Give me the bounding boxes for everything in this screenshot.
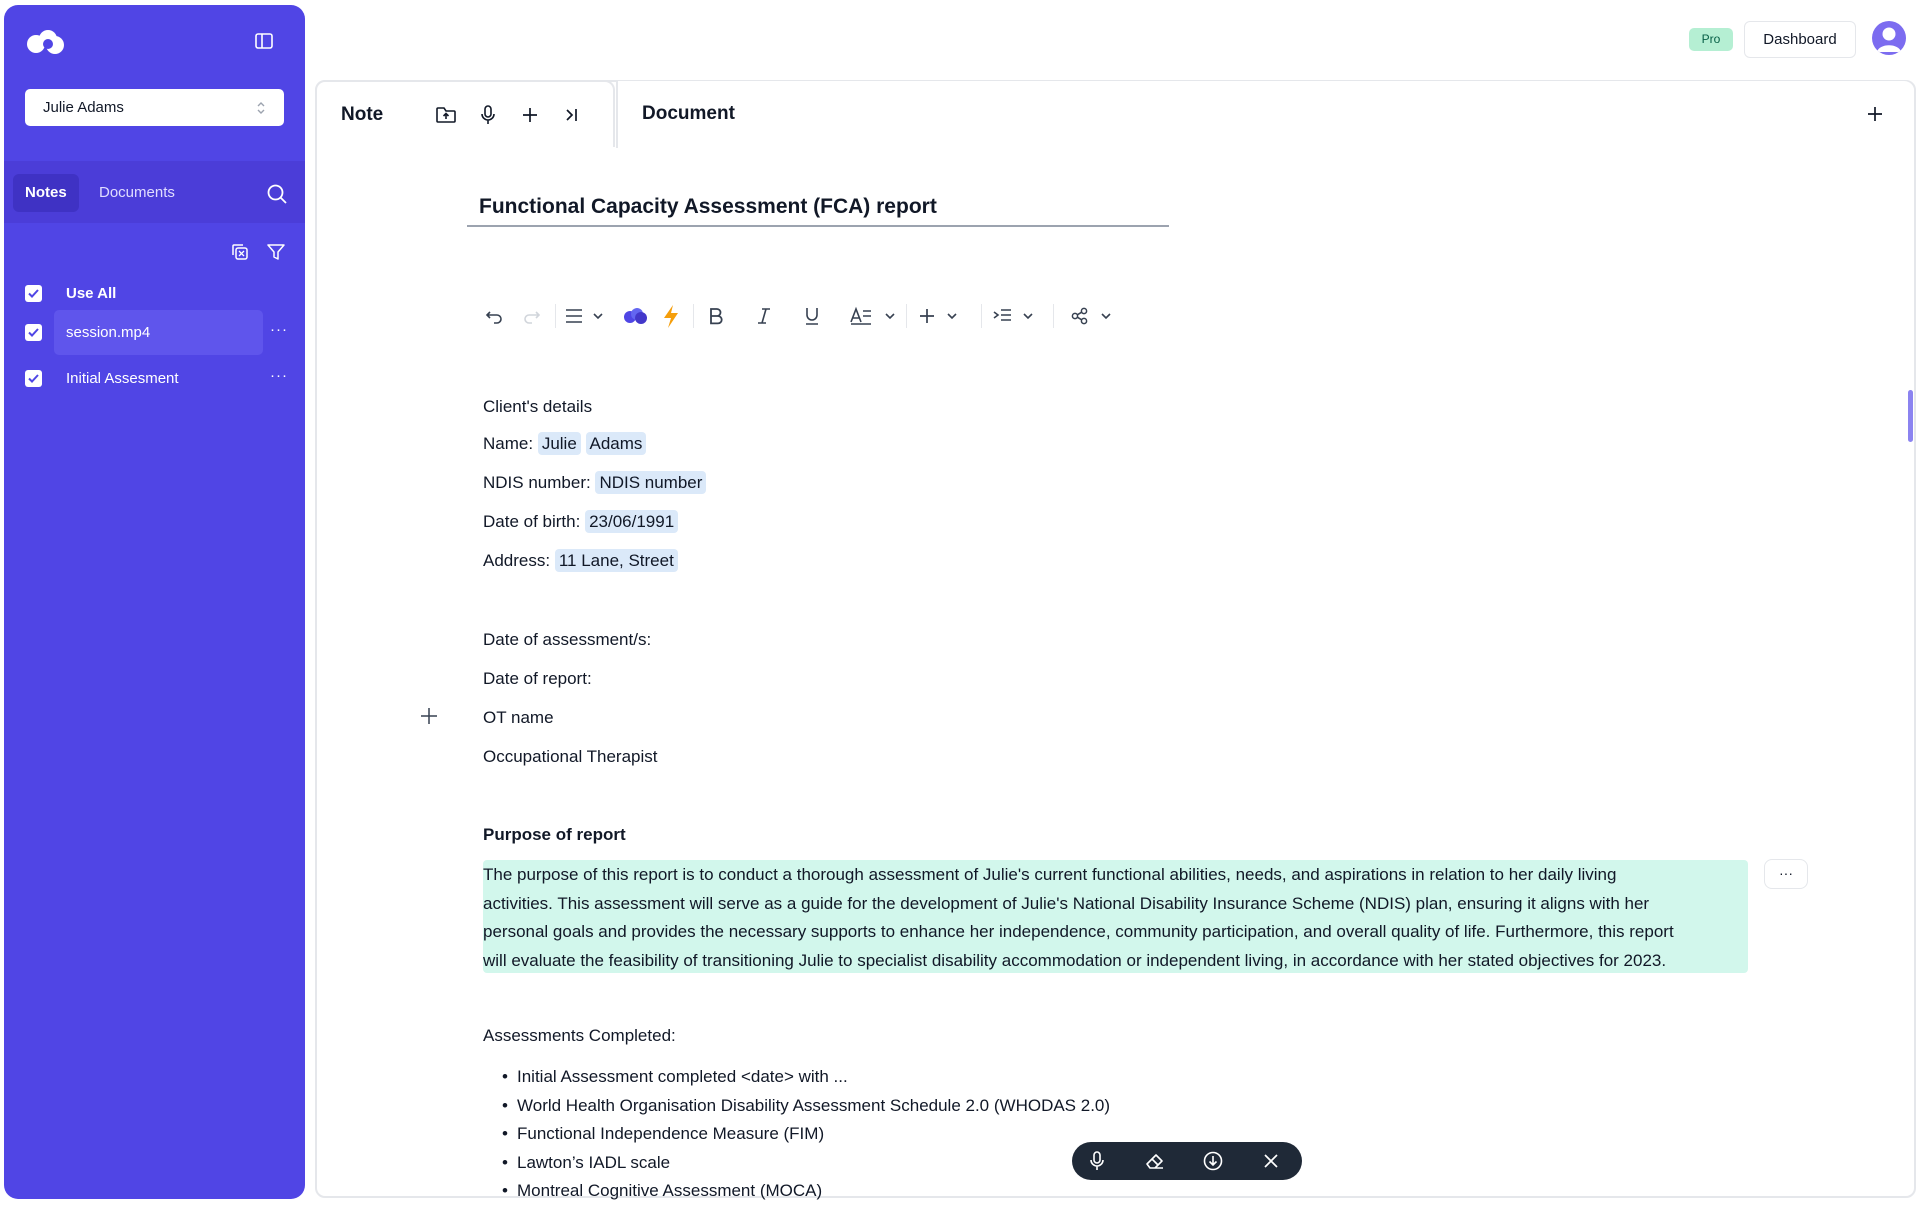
filter-icon[interactable] bbox=[266, 242, 286, 262]
copy-clear-icon[interactable] bbox=[230, 242, 250, 262]
address-field[interactable]: 11 Lane, Street bbox=[554, 549, 678, 572]
tab-documents[interactable]: Documents bbox=[87, 174, 187, 212]
date-assessment-label: Date of assessment/s: bbox=[483, 630, 652, 649]
dob-line: Date of birth: 23/06/1991 bbox=[483, 510, 679, 533]
list-item: World Health Organisation Disability Ass… bbox=[502, 1092, 1110, 1121]
scrollbar-thumb[interactable] bbox=[1908, 390, 1913, 442]
insert-menu-icon[interactable] bbox=[917, 302, 967, 330]
document-panel-title: Document bbox=[642, 103, 735, 124]
lightning-icon[interactable] bbox=[660, 302, 682, 330]
avatar[interactable] bbox=[1872, 21, 1906, 55]
microphone-icon[interactable] bbox=[1086, 1150, 1108, 1172]
chevron-updown-icon bbox=[257, 101, 265, 114]
checkbox[interactable] bbox=[25, 285, 42, 302]
sidebar: Julie Adams Notes Documents Use All sess… bbox=[4, 5, 305, 1199]
paragraph-options-button[interactable]: ··· bbox=[1764, 859, 1808, 889]
check-icon bbox=[28, 328, 39, 337]
list-item-session[interactable]: session.mp4 ··· bbox=[25, 310, 297, 355]
ndis-field[interactable]: NDIS number bbox=[595, 471, 707, 494]
assessments-heading: Assessments Completed: bbox=[483, 1026, 676, 1045]
app-logo-icon[interactable] bbox=[26, 29, 66, 55]
dob-field[interactable]: 23/06/1991 bbox=[585, 510, 679, 533]
share-menu-icon[interactable] bbox=[1070, 302, 1120, 330]
pro-badge: Pro bbox=[1689, 28, 1733, 51]
plus-icon[interactable] bbox=[1864, 103, 1886, 125]
address-label: Address: bbox=[483, 551, 551, 570]
search-icon[interactable] bbox=[266, 183, 288, 205]
list-item: Lawton’s IADL scale bbox=[502, 1149, 1110, 1178]
sidebar-toggle-icon[interactable] bbox=[254, 31, 274, 51]
ot-name-label: OT name bbox=[483, 708, 554, 727]
date-report-label: Date of report: bbox=[483, 669, 592, 688]
checkbox[interactable] bbox=[25, 324, 42, 341]
document-header: Document bbox=[616, 81, 1914, 148]
purpose-line: personal goals and provides the necessar… bbox=[483, 922, 1674, 941]
collapse-right-icon[interactable] bbox=[561, 104, 583, 126]
dob-label: Date of birth: bbox=[483, 512, 581, 531]
document-name-input[interactable]: Functional Capacity Assessment (FCA) rep… bbox=[467, 192, 1169, 227]
row-label: Use All bbox=[66, 285, 117, 302]
more-options-button[interactable]: ··· bbox=[270, 367, 288, 384]
assessments-list: Initial Assessment completed <date> with… bbox=[502, 1063, 1110, 1206]
text-style-icon[interactable] bbox=[849, 302, 903, 330]
bold-icon[interactable] bbox=[706, 302, 726, 330]
tab-notes[interactable]: Notes bbox=[13, 174, 79, 212]
purpose-line: will evaluate the feasibility of transit… bbox=[483, 950, 1667, 970]
user-select[interactable]: Julie Adams bbox=[25, 89, 284, 126]
close-icon[interactable] bbox=[1260, 1150, 1282, 1172]
row-label: session.mp4 bbox=[66, 324, 151, 341]
underline-icon[interactable] bbox=[802, 302, 822, 330]
name-label: Name: bbox=[483, 434, 534, 453]
note-panel-title: Note bbox=[341, 104, 384, 125]
checkbox[interactable] bbox=[25, 370, 42, 387]
purpose-line: activities. This assessment will serve a… bbox=[483, 893, 1650, 913]
align-menu-icon[interactable] bbox=[564, 302, 608, 330]
ndis-line: NDIS number: NDIS number bbox=[483, 471, 707, 494]
name-line: Name: Julie Adams bbox=[483, 432, 647, 455]
check-icon bbox=[28, 289, 39, 298]
row-label: Initial Assesment bbox=[66, 370, 179, 387]
first-name-field[interactable]: Julie bbox=[537, 432, 581, 455]
purpose-paragraph[interactable]: The purpose of this report is to conduct… bbox=[483, 860, 1748, 973]
add-block-icon[interactable] bbox=[419, 706, 439, 726]
italic-icon[interactable] bbox=[754, 302, 774, 330]
more-options-button[interactable]: ··· bbox=[270, 321, 288, 338]
note-panel: Note bbox=[315, 80, 615, 147]
ot-role-label: Occupational Therapist bbox=[483, 747, 658, 766]
folder-upload-icon[interactable] bbox=[435, 104, 457, 126]
user-avatar-icon bbox=[1877, 27, 1901, 52]
list-item: Functional Independence Measure (FIM) bbox=[502, 1120, 1110, 1149]
client-details-label: Client's details bbox=[483, 397, 593, 416]
last-name-field[interactable]: Adams bbox=[585, 432, 647, 455]
user-select-value: Julie Adams bbox=[43, 99, 124, 116]
eraser-icon[interactable] bbox=[1144, 1150, 1166, 1172]
microphone-icon[interactable] bbox=[477, 104, 499, 126]
sidebar-tabs: Notes Documents bbox=[4, 161, 305, 223]
list-item: Initial Assessment completed <date> with… bbox=[502, 1063, 1110, 1092]
download-icon[interactable] bbox=[1202, 1150, 1224, 1172]
list-item: Montreal Cognitive Assessment (MOCA) bbox=[502, 1177, 1110, 1206]
purpose-line: The purpose of this report is to conduct… bbox=[483, 865, 1617, 884]
check-icon bbox=[28, 374, 39, 383]
recording-toolbar bbox=[1072, 1142, 1302, 1180]
plus-icon[interactable] bbox=[519, 104, 541, 126]
undo-icon[interactable] bbox=[484, 302, 504, 330]
purpose-heading: Purpose of report bbox=[483, 825, 626, 844]
ndis-label: NDIS number: bbox=[483, 473, 591, 492]
dashboard-button[interactable]: Dashboard bbox=[1744, 21, 1856, 58]
redo-icon[interactable] bbox=[522, 302, 542, 330]
list-menu-icon[interactable] bbox=[992, 302, 1042, 330]
list-item-initial-assesment[interactable]: Initial Assesment ··· bbox=[25, 356, 297, 401]
ai-logo-icon[interactable] bbox=[622, 302, 648, 330]
address-line: Address: 11 Lane, Street bbox=[483, 549, 678, 572]
